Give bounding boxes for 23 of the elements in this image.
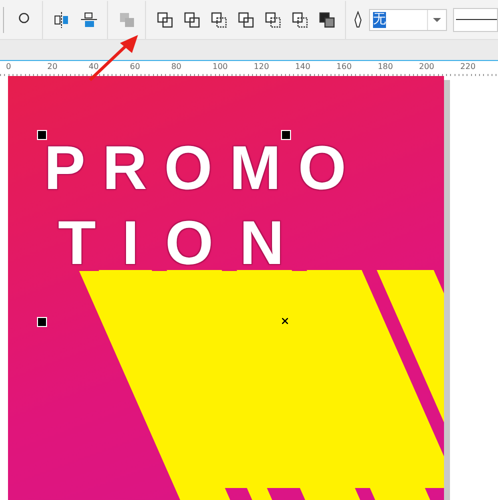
ruler-label: 20	[47, 62, 58, 71]
ruler-label: 80	[171, 62, 182, 71]
outline-value: 无	[373, 12, 386, 28]
ruler-label: 60	[130, 62, 140, 71]
ruler-label: 180	[378, 62, 393, 71]
pen-nib-icon	[353, 10, 363, 28]
selection-handle[interactable]	[37, 317, 47, 327]
artwork-text: PROMO	[44, 138, 364, 200]
ruler-label: 100	[212, 62, 228, 71]
ruler-label: 120	[254, 62, 270, 71]
selection-handle[interactable]	[281, 130, 291, 140]
ruler-label: 220	[460, 62, 476, 71]
center-mark-icon	[282, 318, 288, 324]
outline-dropdown[interactable]: 无	[369, 8, 447, 30]
ruler-label: 40	[88, 62, 99, 71]
ruler-label: 140	[295, 62, 310, 71]
selection-handle[interactable]	[37, 130, 47, 140]
ruler-label: 0	[6, 62, 12, 71]
annotation-arrow	[86, 34, 140, 84]
ruler-label: 160	[336, 62, 352, 71]
artwork-text: TION	[58, 213, 310, 275]
ruler-label: 200	[419, 62, 434, 71]
line-style-field[interactable]	[453, 8, 498, 32]
